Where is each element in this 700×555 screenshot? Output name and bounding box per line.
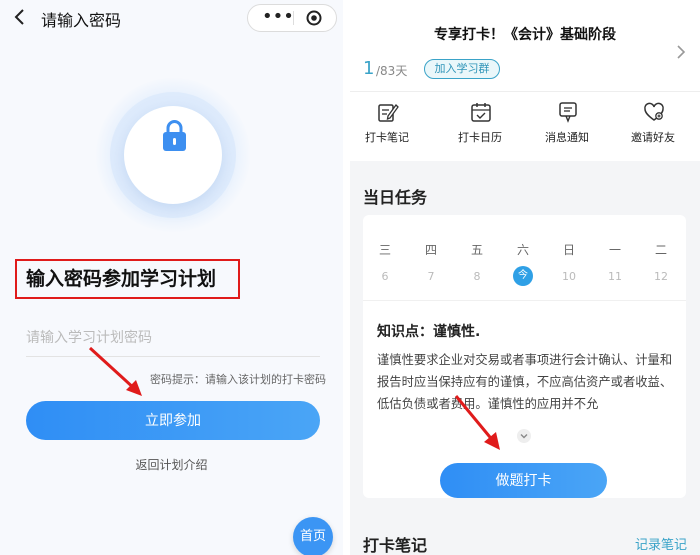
weekday-label: 一 (608, 243, 621, 257)
password-entry-screen: 请输入密码 ••• 输入密码参加学习计划 密码提示：请输入该计划的打卡密码 立即… (0, 0, 343, 555)
join-now-button[interactable]: 立即参加 (26, 401, 320, 440)
heart-invite-icon (644, 102, 664, 121)
plan-detail-screen: 专享打卡！《会计》基础阶段 1 /83天 加入学习群 打卡笔记 打卡日历 消息通… (350, 0, 700, 555)
page-title: 请输入密码 (41, 11, 122, 30)
quick-action-label: 邀请好友 (631, 131, 675, 144)
password-hint: 密码提示：请输入该计划的打卡密码 (150, 373, 326, 386)
record-note-link[interactable]: 记录笔记 (635, 534, 687, 553)
section-title-today-task: 当日任务 (363, 188, 428, 207)
weekday-label: 四 (424, 243, 437, 257)
quick-action-invite[interactable]: 邀请好友 (618, 101, 688, 149)
quick-action-label: 打卡日历 (458, 131, 502, 144)
weekday-label: 六 (516, 243, 529, 257)
weekday-label: 二 (654, 243, 667, 257)
password-input[interactable] (26, 319, 320, 357)
lock-icon (163, 120, 186, 151)
annotation-arrow (88, 346, 142, 396)
calendar-date[interactable]: 12 (646, 270, 676, 283)
chevron-right-icon[interactable] (675, 44, 687, 60)
calendar-date[interactable]: 10 (554, 270, 584, 283)
join-study-group-button[interactable]: 加入学习群 (424, 59, 500, 79)
calendar-date-today[interactable]: 今 (513, 266, 533, 286)
current-day: 1 (363, 58, 375, 79)
knowledge-point-body: 谨慎性要求企业对交易或者事项进行会计确认、计量和报告时应当保持应有的谨慎，不应高… (377, 353, 673, 411)
annotation-arrow (454, 395, 500, 450)
mini-program-capsule: ••• (247, 4, 337, 32)
expand-chevron-icon[interactable] (516, 428, 532, 444)
card-divider (363, 300, 686, 301)
total-days: /83天 (376, 64, 408, 78)
section-title-notes: 打卡笔记 (363, 536, 428, 555)
capsule-divider (293, 11, 294, 25)
calendar-date[interactable]: 6 (370, 270, 400, 283)
nav-bar: 请输入密码 ••• (0, 0, 343, 36)
quick-action-label: 打卡笔记 (365, 131, 409, 144)
plan-title: 专享打卡！《会计》基础阶段 (434, 27, 616, 43)
knowledge-point-title: 知识点：谨慎性. (377, 324, 481, 340)
more-icon[interactable]: ••• (262, 5, 294, 31)
home-button[interactable]: 首页 (293, 517, 333, 555)
back-arrow-icon[interactable] (12, 9, 28, 25)
quick-action-calendar[interactable]: 打卡日历 (445, 101, 515, 149)
checkin-quiz-button[interactable]: 做题打卡 (440, 463, 607, 498)
quick-action-messages[interactable]: 消息通知 (532, 101, 602, 149)
message-icon (559, 102, 577, 123)
calendar-date[interactable]: 8 (462, 270, 492, 283)
weekday-label: 日 (562, 243, 575, 257)
calendar-check-icon (471, 103, 491, 122)
weekday-label: 三 (378, 243, 391, 257)
calendar-date[interactable]: 11 (600, 270, 630, 283)
back-to-plan-link[interactable]: 返回计划介绍 (0, 456, 343, 473)
weekday-label: 五 (470, 243, 483, 257)
quick-action-label: 消息通知 (545, 131, 589, 144)
close-target-icon[interactable] (306, 10, 322, 26)
password-heading: 输入密码参加学习计划 (26, 268, 217, 290)
calendar-date[interactable]: 7 (416, 270, 446, 283)
quick-action-notes[interactable]: 打卡笔记 (352, 101, 422, 149)
header-divider (350, 91, 700, 92)
note-edit-icon (378, 104, 399, 122)
